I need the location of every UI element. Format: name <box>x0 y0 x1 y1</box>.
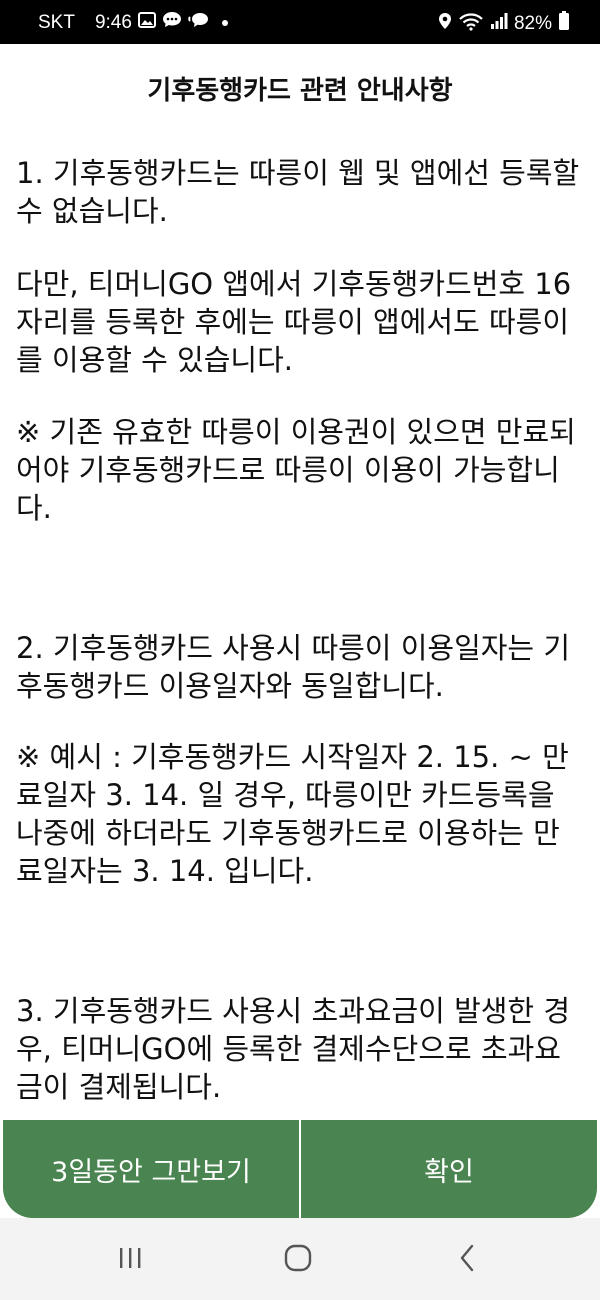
notice-paragraph-3: ※ 기존 유효한 따릉이 이용권이 있으면 만료되어야 기후동행카드로 따릉이 … <box>16 415 576 525</box>
signal-icon <box>490 12 508 36</box>
battery-percent: 82% <box>513 13 552 34</box>
status-bar: SKT 9:46 82% <box>0 0 600 44</box>
navigation-bar <box>0 1218 600 1300</box>
notice-paragraph-6: 3. 기후동행카드 사용시 초과요금이 발생한 경우, 티머니GO에 등록한 결… <box>16 994 571 1104</box>
dialog-title: 기후동행카드 관련 안내사항 <box>147 76 453 106</box>
notice-paragraph-2: 다만, 티머니GO 앱에서 기후동행카드번호 16자리를 등록한 후에는 따릉이… <box>16 267 572 377</box>
wifi-icon <box>458 11 484 37</box>
notice-dialog: 기후동행카드 관련 안내사항 1. 기후동행카드는 따릉이 웹 및 앱에선 등록… <box>0 44 600 1120</box>
carrier-label: SKT <box>38 12 75 33</box>
home-icon[interactable] <box>273 1238 323 1278</box>
back-icon[interactable] <box>442 1238 492 1278</box>
battery-icon <box>558 11 570 37</box>
dialog-button-bar: 3일동안 그만보기 확인 <box>3 1120 597 1218</box>
notice-paragraph-1: 1. 기후동행카드는 따릉이 웹 및 앱에선 등록할 수 없습니다. <box>16 156 580 228</box>
time-label: 9:46 <box>94 12 132 33</box>
talk-icon <box>188 11 210 35</box>
confirm-button[interactable]: 확인 <box>301 1120 597 1218</box>
recent-apps-icon[interactable] <box>105 1238 155 1278</box>
location-icon <box>438 12 452 36</box>
dot-icon <box>221 20 228 26</box>
chat-icon <box>162 11 182 35</box>
gallery-icon <box>137 12 156 34</box>
notice-paragraph-5: ※ 예시 : 기후동행카드 시작일자 2. 15. ~ 만료일자 3. 14. … <box>16 740 569 888</box>
status-right: 82% <box>438 11 570 37</box>
notice-paragraph-4: 2. 기후동행카드 사용시 따릉이 이용일자는 기후동행카드 이용일자와 동일합… <box>16 631 571 703</box>
dismiss-3-days-button[interactable]: 3일동안 그만보기 <box>3 1120 299 1218</box>
status-left: SKT 9:46 <box>38 11 228 35</box>
